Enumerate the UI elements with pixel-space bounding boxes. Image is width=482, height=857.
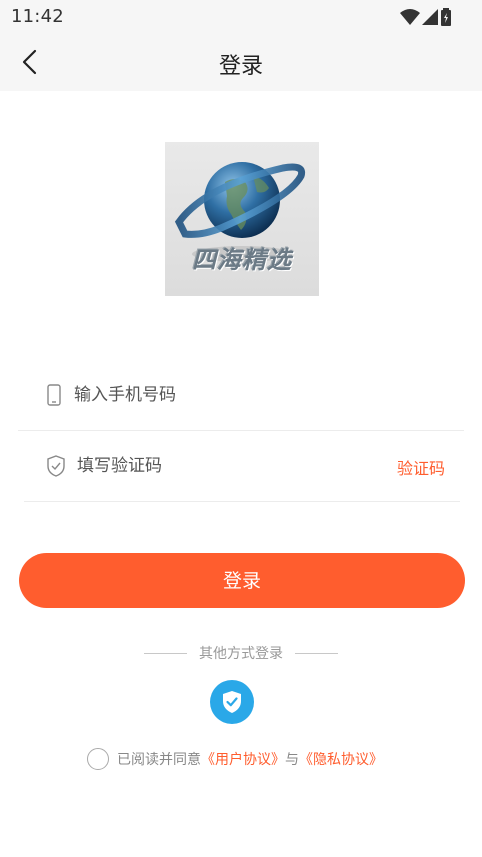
divider-line-left	[144, 652, 187, 654]
logo-text: 四海精选	[192, 246, 292, 274]
signal-icon	[422, 9, 438, 25]
shield-login-button[interactable]	[210, 680, 254, 724]
phone-icon	[47, 384, 61, 406]
battery-icon	[441, 8, 451, 26]
shield-icon	[47, 455, 65, 477]
get-code-link[interactable]: 验证码	[397, 455, 445, 479]
code-field: 验证码	[24, 431, 460, 502]
code-input[interactable]	[77, 453, 377, 479]
divider-line-right	[295, 652, 338, 654]
page-title: 登录	[218, 54, 263, 79]
login-button[interactable]: 登录	[19, 553, 465, 608]
status-time: 11:42	[11, 6, 64, 27]
user-agreement-link[interactable]: 《用户协议》	[201, 749, 285, 769]
agreement-prefix: 已阅读并同意	[117, 752, 201, 768]
status-bar: 11:42	[0, 0, 482, 34]
other-login-label: 其他方式登录	[199, 646, 283, 662]
wifi-icon	[400, 9, 420, 25]
privacy-agreement-link[interactable]: 《隐私协议》	[299, 749, 383, 769]
phone-input[interactable]	[74, 382, 374, 408]
phone-field	[18, 360, 464, 431]
header-bar: 登录	[0, 34, 482, 91]
agreement-row: 已阅读并同意 《用户协议》 与 《隐私协议》	[87, 746, 383, 772]
agree-radio[interactable]	[87, 748, 109, 770]
agreement-connector: 与	[285, 752, 299, 768]
app-logo: 四海精选	[165, 142, 319, 296]
shield-check-icon	[223, 691, 241, 713]
status-icons	[400, 8, 452, 26]
other-login-divider: 其他方式登录	[0, 642, 482, 664]
